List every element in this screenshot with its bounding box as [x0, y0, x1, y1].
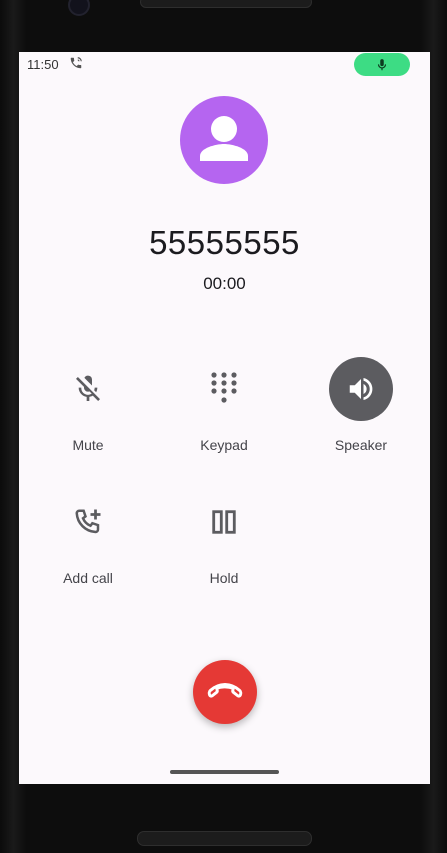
contact-avatar	[180, 96, 268, 184]
end-call-icon	[207, 683, 243, 698]
bottom-speaker-grille	[137, 831, 312, 846]
mute-label: Mute	[72, 437, 104, 453]
add-call-button[interactable]: Add call	[33, 490, 143, 590]
mic-off-icon	[76, 375, 100, 401]
ongoing-call-icon	[70, 57, 82, 69]
keypad-label: Keypad	[200, 437, 248, 453]
keypad-button[interactable]: Keypad	[169, 357, 279, 457]
keypad-icon-wrap	[192, 357, 256, 421]
mic-in-use-indicator[interactable]	[354, 53, 410, 76]
speaker-icon-wrap	[329, 357, 393, 421]
speaker-icon	[349, 378, 373, 400]
speaker-label: Speaker	[334, 437, 388, 453]
in-call-screen: 11:50 55555555 00:00 Mute Keypad Speaker…	[19, 52, 430, 784]
status-bar: 11:50	[19, 52, 430, 78]
mic-icon	[377, 58, 387, 70]
caller-number: 55555555	[149, 224, 300, 261]
hold-button[interactable]: Hold	[169, 490, 279, 590]
front-camera	[68, 0, 90, 16]
person-icon	[200, 116, 248, 161]
hold-label: Hold	[209, 570, 239, 586]
call-timer: 00:00	[203, 274, 246, 293]
end-call-button[interactable]	[193, 660, 257, 724]
hold-icon-wrap	[192, 490, 256, 554]
top-speaker-grille	[140, 0, 312, 8]
status-time: 11:50	[27, 57, 59, 72]
pause-icon	[212, 510, 236, 534]
mute-button[interactable]: Mute	[33, 357, 143, 457]
dialpad-icon	[211, 372, 237, 403]
add-call-icon-wrap	[56, 490, 120, 554]
mute-icon-wrap	[56, 357, 120, 421]
add-call-label: Add call	[63, 570, 113, 586]
add-call-icon	[75, 509, 101, 534]
speaker-button[interactable]: Speaker	[306, 357, 416, 457]
gesture-navigation-handle[interactable]	[170, 770, 279, 774]
